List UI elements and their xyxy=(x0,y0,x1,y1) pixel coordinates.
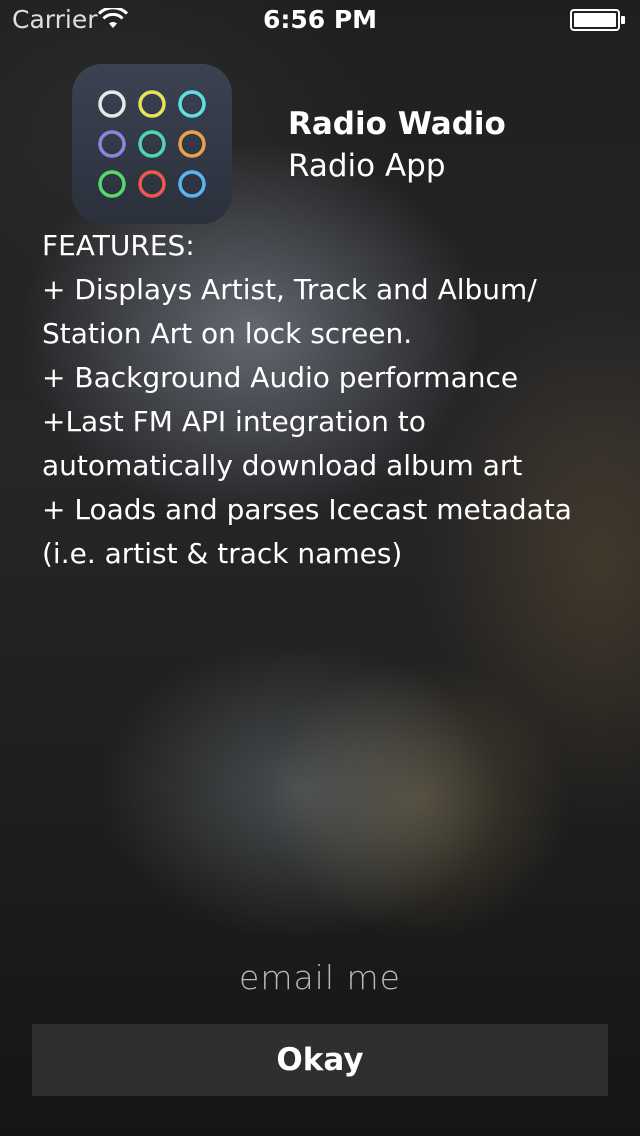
features-line: + Displays Artist, Track and Album/ xyxy=(42,273,537,306)
icon-ring xyxy=(138,130,166,158)
okay-button[interactable]: Okay xyxy=(32,1024,608,1096)
status-time: 6:56 PM xyxy=(262,5,378,34)
features-line: + Loads and parses Icecast metadata xyxy=(42,493,572,526)
icon-ring xyxy=(138,90,166,118)
features-line: Station Art on lock screen. xyxy=(42,317,413,350)
features-line: + Background Audio performance xyxy=(42,361,519,394)
icon-ring xyxy=(138,170,166,198)
app-subtitle: Radio App xyxy=(288,148,446,184)
app-name: Radio Wadio xyxy=(288,106,506,142)
features-description: FEATURES: + Displays Artist, Track and A… xyxy=(42,224,612,576)
app-icon xyxy=(72,64,232,224)
features-line: (i.e. artist & track names) xyxy=(42,537,403,570)
icon-ring xyxy=(98,130,126,158)
email-me-link[interactable]: email me xyxy=(0,956,640,1000)
features-line: automatically download album art xyxy=(42,449,523,482)
app-grid-circles-icon xyxy=(98,90,206,198)
icon-ring xyxy=(98,170,126,198)
about-screen: Carrier 6:56 PM Radio Wadio Radio App FE… xyxy=(0,0,640,1136)
features-line: +Last FM API integration to xyxy=(42,405,426,438)
battery-icon xyxy=(570,9,625,31)
icon-ring xyxy=(178,170,206,198)
icon-ring xyxy=(178,90,206,118)
features-line: FEATURES: xyxy=(42,229,195,262)
status-bar: Carrier 6:56 PM xyxy=(0,0,640,40)
icon-ring xyxy=(178,130,206,158)
icon-ring xyxy=(98,90,126,118)
